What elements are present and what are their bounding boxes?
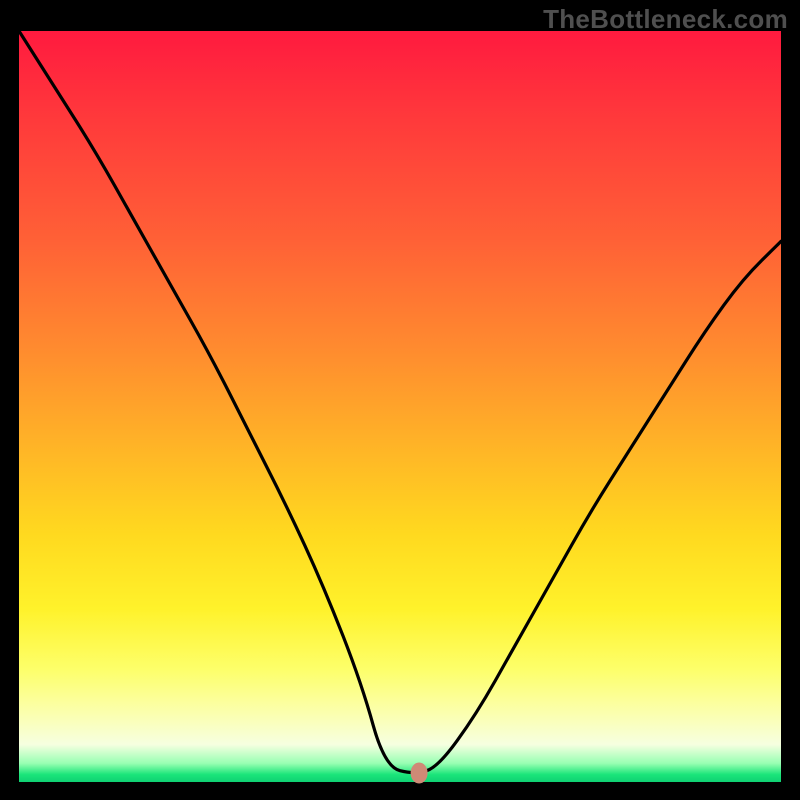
bottleneck-curve-svg — [19, 31, 781, 782]
chart-frame: TheBottleneck.com — [0, 0, 800, 800]
plot-area — [19, 31, 781, 782]
watermark-text: TheBottleneck.com — [543, 4, 788, 35]
bottleneck-curve-path — [19, 31, 781, 773]
optimal-point-marker — [411, 763, 427, 783]
